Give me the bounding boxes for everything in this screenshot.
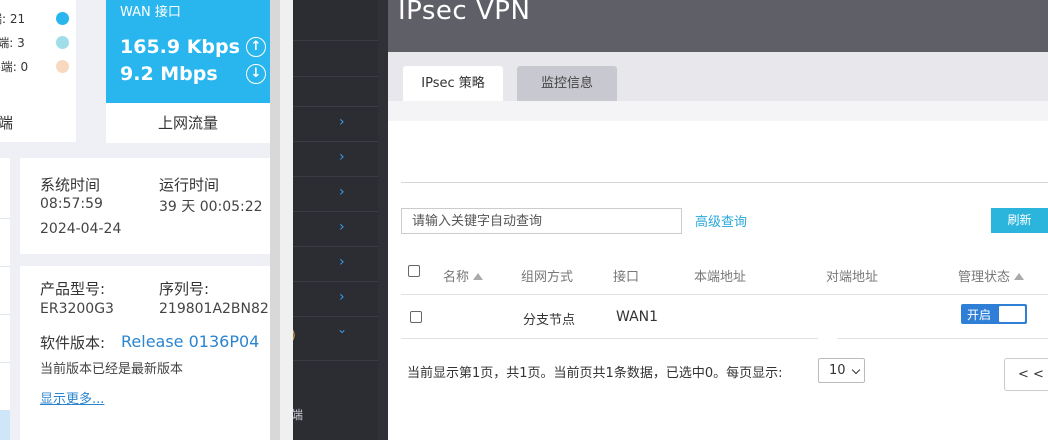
uptime-value: 39 天 00:05:22 [159, 199, 263, 215]
terminals-footer: 端 [0, 114, 14, 132]
divider [293, 211, 378, 212]
chevron-down-icon[interactable]: ⌄ [337, 322, 347, 336]
divider [293, 246, 378, 247]
chart-fragment [0, 410, 10, 440]
tab-monitoring[interactable]: 监控信息 [517, 66, 617, 101]
menu-icon-fragment: ) [293, 328, 296, 342]
chevron-right-icon[interactable]: › [339, 289, 345, 305]
divider [293, 76, 378, 77]
terminals-card: 终端: 21 P终端: 3 al终端: 0 端 [0, 0, 76, 142]
page-title: IPsec VPN [398, 0, 531, 26]
pager-summary: 当前显示第1页，共1页。当前页共1条数据，已选中0。每页显示: [407, 366, 783, 381]
chevron-right-icon[interactable]: › [339, 114, 345, 130]
column-header-network-mode: 组网方式 [521, 270, 574, 285]
arrow-down-circle-icon: ↓ [246, 64, 266, 84]
nav-sidebar: › › › › › › ⌄ ) 端 [293, 0, 378, 440]
refresh-button[interactable]: 刷新 [991, 208, 1048, 233]
model-label: 产品型号: [40, 280, 106, 298]
divider [0, 218, 10, 219]
table-row-divider [837, 338, 1048, 339]
main-content: IPsec VPN IPsec 策略 监控信息 高级查询 刷新 名称 组网方式 … [388, 0, 1048, 440]
wan-title: WAN 接口 [120, 5, 181, 20]
scrollbar[interactable] [270, 0, 280, 440]
system-date-value: 2024-04-24 [40, 221, 122, 237]
left-strip-card [0, 158, 10, 440]
cell-network-mode: 分支节点 [523, 313, 576, 328]
divider [0, 266, 10, 267]
uptime-label: 运行时间 [159, 176, 220, 194]
software-version-status: 当前版本已经是最新版本 [40, 362, 184, 377]
panel-gap [280, 0, 293, 440]
column-header-label: 管理状态 [958, 270, 1011, 285]
chevron-right-icon[interactable]: › [339, 219, 345, 235]
toggle-label: 开启 [967, 308, 992, 322]
legend-dot-total [56, 12, 69, 25]
chevron-right-icon[interactable]: › [339, 254, 345, 270]
sort-icon[interactable] [473, 273, 484, 280]
page-header: IPsec VPN [388, 0, 1048, 52]
tab-ipsec-policy[interactable]: IPsec 策略 [403, 66, 503, 101]
divider [293, 360, 378, 361]
divider [293, 176, 378, 177]
sidebar-item-label[interactable]: 端 [293, 406, 303, 423]
select-all-checkbox[interactable] [408, 265, 420, 277]
cell-interface: WAN1 [616, 309, 659, 325]
column-header-interface: 接口 [613, 270, 640, 285]
divider [401, 182, 1048, 183]
divider [0, 362, 10, 363]
advanced-search-link[interactable]: 高级查询 [695, 211, 747, 230]
dashboard-panel: 终端: 21 P终端: 3 al终端: 0 端 WAN 接口 165.9 Kbp… [0, 0, 270, 440]
terminals-total: 终端: 21 [0, 12, 26, 26]
column-header-name[interactable]: 名称 [443, 266, 484, 285]
system-time-card: 系统时间 08:57:59 2024-04-24 运行时间 39 天 00:05… [20, 158, 270, 254]
wan-download-speed: 9.2 Mbps [120, 63, 218, 85]
show-more-link[interactable]: 显示更多... [40, 388, 104, 407]
page-size-value: 10 [829, 363, 846, 378]
column-header-remote-address: 对端地址 [826, 270, 879, 285]
sort-icon[interactable] [1014, 273, 1025, 280]
table-row-divider [401, 338, 818, 339]
sidebar-edge [378, 0, 388, 440]
serial-label: 序列号: [159, 280, 210, 298]
page-size-select[interactable]: 10 [818, 358, 865, 383]
column-header-local-address: 本端地址 [694, 270, 747, 285]
chevron-right-icon[interactable]: › [339, 184, 345, 200]
first-page-button[interactable]: < < [1004, 358, 1048, 391]
row-checkbox[interactable] [410, 311, 422, 323]
tab-bar: IPsec 策略 监控信息 [388, 52, 1048, 101]
divider [293, 40, 378, 41]
chevron-down-icon [851, 365, 861, 375]
column-header-label: 名称 [443, 270, 470, 285]
wan-footer-card: 上网流量 [106, 103, 270, 143]
divider [293, 106, 378, 107]
system-time-value: 08:57:59 [40, 196, 103, 212]
terminals-al: al终端: 0 [0, 60, 29, 74]
wan-interface-card[interactable]: WAN 接口 165.9 Kbps ↑ 9.2 Mbps ↓ [106, 0, 270, 103]
serial-value: 219801A2BN821 [159, 301, 270, 317]
product-info-card: 产品型号: ER3200G3 序列号: 219801A2BN821 软件版本: … [20, 266, 270, 440]
admin-status-toggle[interactable]: 开启 [961, 304, 1027, 324]
policy-panel: 高级查询 刷新 名称 组网方式 接口 本端地址 对端地址 管理状态 分支节点 W… [388, 121, 1048, 440]
software-version-label: 软件版本: [40, 334, 106, 352]
model-value: ER3200G3 [40, 301, 114, 317]
divider [0, 314, 10, 315]
arrow-up-circle-icon: ↑ [246, 37, 266, 57]
software-version-value: Release 0136P04 [121, 332, 260, 351]
column-header-admin-status[interactable]: 管理状态 [958, 266, 1025, 285]
divider [293, 316, 378, 317]
search-input[interactable] [401, 208, 682, 234]
wan-upload-speed: 165.9 Kbps [120, 36, 240, 58]
divider [293, 141, 378, 142]
system-time-label: 系统时间 [40, 176, 101, 194]
terminals-p: P终端: 3 [0, 36, 25, 50]
toggle-knob [999, 306, 1025, 322]
chevron-right-icon[interactable]: › [339, 149, 345, 165]
legend-dot-al [56, 60, 69, 73]
divider [293, 281, 378, 282]
wan-footer-label: 上网流量 [157, 114, 218, 132]
table-header-divider [401, 294, 1048, 295]
legend-dot-p [56, 36, 69, 49]
